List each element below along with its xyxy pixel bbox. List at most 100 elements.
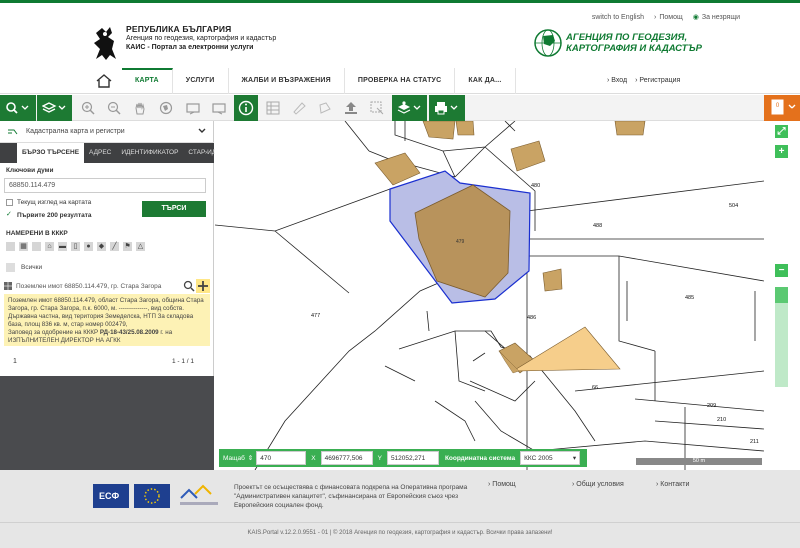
filter-blank-icon[interactable] [32,242,41,251]
visually-impaired-link[interactable]: ◉ За незрящи [692,13,740,22]
layer-select[interactable]: Кадастрална карта и регистри [0,121,214,143]
republic-logo[interactable]: РЕПУБЛИКА БЪЛГАРИЯ Агенция по геодезия, … [90,25,276,63]
filter-polygon-icon[interactable]: △ [136,242,145,251]
footer-terms-link[interactable]: › Общи условия [572,481,656,488]
results-pager: 1 1 - 1 / 1 [0,355,214,375]
eye-icon: ◉ [692,14,699,21]
fullscreen-button[interactable]: ⤢ [775,125,788,138]
filter-pin-icon[interactable]: ● [84,242,93,251]
filter-document-icon[interactable]: ▯ [71,242,80,251]
lion-emblem-icon [94,27,116,60]
pager-range: 1 - 1 / 1 [171,358,194,365]
chevron-right-icon: › [654,13,657,21]
tab-identifier[interactable]: ИДЕНТИФИКАТОР [116,143,183,163]
x-label: X [311,454,316,462]
coordinate-system-select[interactable]: ККС 2005 ▾ [520,451,581,465]
layers-tool-button[interactable] [37,95,72,121]
full-extent-tool[interactable] [156,95,176,121]
nav-item-how-to[interactable]: КАК ДА... [455,68,516,94]
agency-logo-line1: АГЕНЦИЯ ПО ГЕОДЕЗИЯ, [566,32,688,43]
pan-tool[interactable] [130,95,150,121]
tab-address[interactable]: АДРЕС [84,143,116,163]
tabs-next-arrow[interactable]: › [200,143,212,163]
upload-tool[interactable] [340,95,362,121]
keywords-input[interactable]: 68850.114.479 [4,178,206,193]
map-label-477: 477 [311,313,320,319]
map-label-210: 210 [717,417,726,423]
filter-grid-icon[interactable]: ▦ [19,242,28,251]
pager-page[interactable]: 1 [13,358,17,365]
nav-item-complaints[interactable]: ЖАЛБИ И ВЪЗРАЖЕНИЯ [229,68,345,94]
zoom-out-button[interactable]: − [775,264,788,277]
cadastral-map[interactable]: 479 480 488 504 485 477 486 66 209 210 2… [215,121,764,470]
y-coordinate-field[interactable]: 512052,271 [386,451,439,465]
portal-name: КАИС - Портал за електронни услуги [126,44,254,51]
filter-all-icon[interactable] [6,242,15,251]
base-layers-tool[interactable] [392,95,427,121]
filter-home-icon[interactable]: ⌂ [45,242,54,251]
draw-polygon-tool[interactable] [314,95,336,121]
nav-item-map[interactable]: КАРТА [122,68,173,94]
agency-name: Агенция по геодезия, картография и кадас… [126,35,277,42]
nav-item-status-check[interactable]: ПРОВЕРКА НА СТАТУС [345,68,456,94]
attribute-table-tool[interactable] [262,95,284,121]
zoom-in-button[interactable]: + [775,145,788,158]
checkmark-icon: ✓ [6,211,13,219]
footer-links: › Помощ › Общи условия › Контакти [488,481,740,488]
filter-line-icon[interactable]: ╱ [110,242,119,251]
zoom-slider-thumb[interactable] [775,287,788,303]
current-view-checkbox[interactable]: Текущ изглед на картата [6,199,91,206]
agency-logo-line2: КАРТОГРАФИЯ И КАДАСТЪР [566,43,702,54]
filter-flag-icon[interactable]: ⚑ [123,242,132,251]
zoom-in-icon [81,101,95,115]
select-area-tool[interactable] [366,95,388,121]
register-label: Регистрация [639,77,681,84]
search-icon [6,102,29,114]
filter-layers-icon[interactable]: ◆ [97,242,106,251]
tab-quick-search[interactable]: БЪРЗО ТЪРСЕНЕ [17,143,85,163]
map-zoom-controls: ⤢ ⤡ + − [764,121,800,470]
footer-help-link[interactable]: › Помощ [488,481,572,488]
previous-extent-tool[interactable] [182,95,204,121]
zoom-out-tool[interactable] [104,95,124,121]
first200-checkbox[interactable]: ✓ Първите 200 резултата [6,211,92,219]
login-link[interactable]: › Вход [607,68,627,94]
current-view-label: Текущ изглед на картата [17,199,92,206]
measure-tool[interactable] [288,95,310,121]
next-extent-tool[interactable] [208,95,230,121]
search-button[interactable]: ТЪРСИ [142,201,206,217]
polygon-icon [319,102,331,114]
agency-logo[interactable]: АГЕНЦИЯ ПО ГЕОДЕЗИЯ, КАРТОГРАФИЯ И КАДАС… [533,28,702,58]
logo-text: РЕПУБЛИКА БЪЛГАРИЯ Агенция по геодезия, … [126,25,276,52]
layers-down-icon [397,101,420,114]
nav-item-services[interactable]: УСЛУГИ [173,68,229,94]
search-tool-button[interactable] [0,95,36,121]
panel-empty-area [0,376,214,470]
auth-links: › Вход › Регистрация [607,68,680,94]
footer-terms-label: Общи условия [576,481,624,488]
footer-contacts-link[interactable]: › Контакти [656,481,740,488]
footer-contacts-label: Контакти [660,481,690,488]
x-coordinate-field[interactable]: 4696777,506 [320,451,373,465]
first200-label: Първите 200 резултата [17,212,92,219]
info-tool[interactable] [234,95,258,121]
zoom-to-result-icon[interactable] [183,279,195,293]
parcel-grid-icon [4,282,12,290]
home-icon[interactable] [95,73,113,89]
filter-building-icon[interactable]: ▬ [58,242,67,251]
register-link[interactable]: › Регистрация [635,68,680,94]
scale-input[interactable]: 470 [256,451,307,465]
result-header[interactable]: Поземлен имот 68850.114.479, гр. Стара З… [4,279,210,293]
agency-logo-text: АГЕНЦИЯ ПО ГЕОДЕЗИЯ, КАРТОГРАФИЯ И КАДАС… [566,32,702,54]
add-to-cart-icon[interactable] [196,279,210,293]
result-text-approval: Заповед за одобрение на КККР [8,329,99,336]
zoom-in-tool[interactable] [78,95,98,121]
help-link-label: Помощ [659,13,683,21]
cart-button[interactable]: 0 [764,95,800,121]
all-checkbox[interactable]: Всички [6,263,42,272]
map-label-66: 66 [592,385,598,391]
print-tool[interactable] [429,95,465,121]
help-link[interactable]: › Помощ [654,13,683,21]
switch-english-link[interactable]: switch to English [592,13,644,21]
chevron-down-icon [198,128,206,133]
